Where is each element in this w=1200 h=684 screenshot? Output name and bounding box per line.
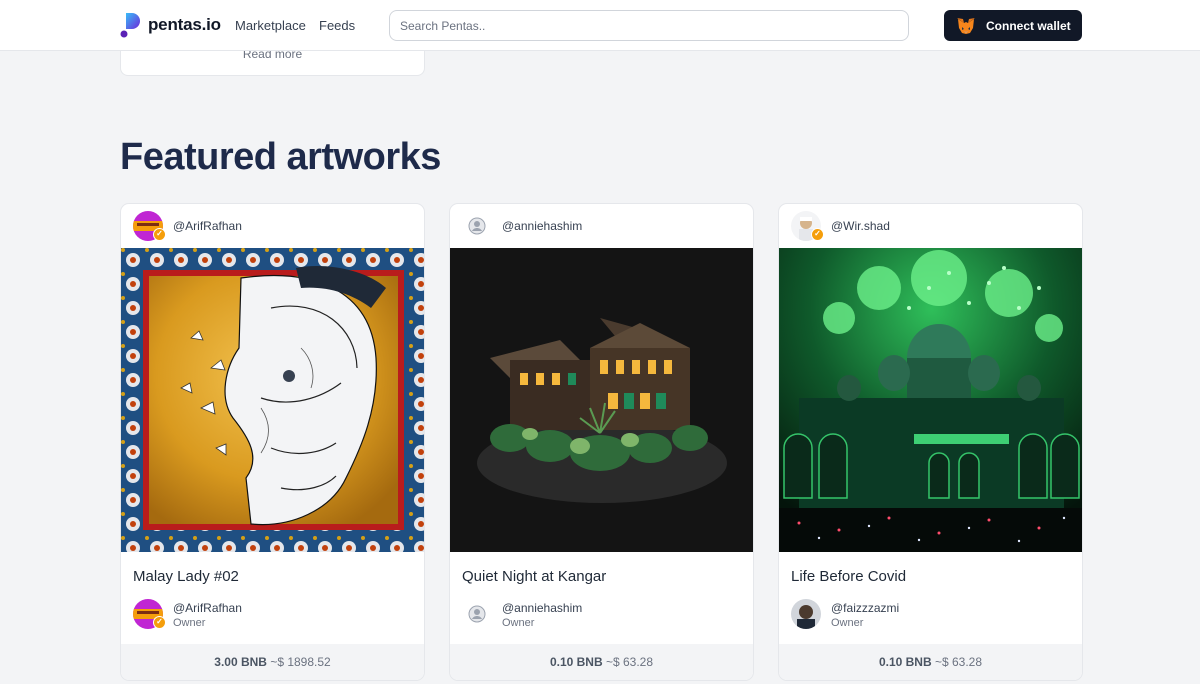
connect-wallet-label: Connect wallet (986, 18, 1071, 33)
artwork-card[interactable]: @anniehashim Quiet Night at Kangar @anni… (449, 203, 754, 681)
section-title: Featured artworks (120, 136, 441, 178)
creator-handle[interactable]: @Wir.shad (831, 219, 890, 233)
nav-marketplace[interactable]: Marketplace (235, 18, 306, 33)
brand-logo[interactable]: pentas.io (120, 12, 221, 38)
artwork-title[interactable]: Life Before Covid (791, 568, 906, 585)
verified-check-icon: ✓ (153, 228, 166, 241)
verified-check-icon: ✓ (811, 228, 824, 241)
price-bar: 0.10 BNB ~$ 63.28 (779, 644, 1082, 680)
top-navbar: pentas.io Marketplace Feeds Connect wall… (0, 0, 1200, 51)
pentas-logo-icon (120, 13, 140, 38)
owner-handle[interactable]: @ArifRafhan (173, 601, 242, 615)
price-usd: ~$ 63.28 (605, 655, 654, 669)
price-bnb: 0.10 BNB (878, 655, 932, 669)
creator-avatar[interactable] (462, 211, 492, 241)
metamask-fox-icon (957, 17, 975, 34)
price-bnb: 0.10 BNB (549, 655, 603, 669)
avatar-image-icon (462, 599, 492, 629)
artwork-title[interactable]: Quiet Night at Kangar (462, 568, 606, 585)
search-input[interactable] (389, 10, 909, 41)
owner-handle[interactable]: @anniehashim (502, 601, 582, 615)
creator-handle[interactable]: @anniehashim (502, 219, 582, 233)
card-header: ✓ @ArifRafhan (121, 204, 424, 248)
owner-role: Owner (173, 617, 206, 629)
card-header: ✓ @Wir.shad (779, 204, 1082, 248)
artwork-image[interactable] (450, 248, 753, 552)
avatar-image-icon (791, 599, 821, 629)
artwork-title[interactable]: Malay Lady #02 (133, 568, 239, 585)
creator-handle[interactable]: @ArifRafhan (173, 219, 242, 233)
artwork-card[interactable]: ✓ @Wir.shad Life Before Covid @faizzzazm… (778, 203, 1083, 681)
nav-feeds[interactable]: Feeds (319, 18, 355, 33)
card-header: @anniehashim (450, 204, 753, 248)
verified-check-icon: ✓ (153, 616, 166, 629)
price-usd: ~$ 63.28 (934, 655, 983, 669)
price-bar: 0.10 BNB ~$ 63.28 (450, 644, 753, 680)
owner-role: Owner (502, 617, 535, 629)
artwork-image[interactable] (779, 248, 1082, 552)
connect-wallet-button[interactable]: Connect wallet (944, 10, 1082, 41)
owner-avatar[interactable] (462, 599, 492, 629)
price-bnb: 3.00 BNB (214, 655, 267, 669)
owner-role: Owner (831, 617, 864, 629)
owner-handle[interactable]: @faizzzazmi (831, 601, 899, 615)
price-usd: ~$ 1898.52 (270, 655, 331, 669)
avatar-image-icon (462, 211, 492, 241)
price-bar: 3.00 BNB ~$ 1898.52 (121, 644, 424, 680)
owner-avatar[interactable] (791, 599, 821, 629)
brand-name: pentas.io (148, 15, 221, 34)
artwork-image[interactable] (121, 248, 424, 552)
artwork-card[interactable]: ✓ @ArifRafhan Malay Lady #02 ✓ @ArifRafh… (120, 203, 425, 681)
